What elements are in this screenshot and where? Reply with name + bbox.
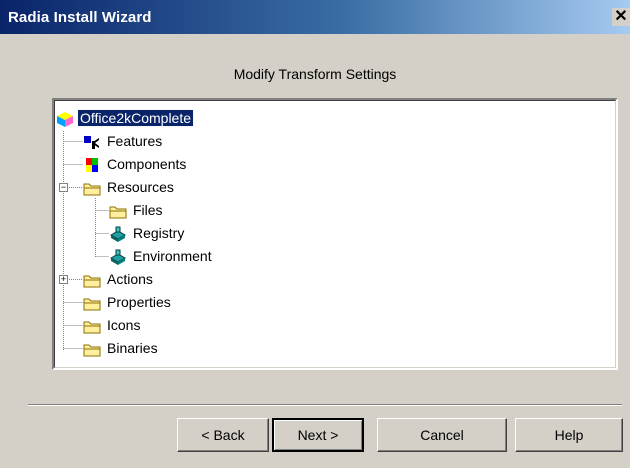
tree-item-label: Files (133, 202, 163, 218)
cancel-button[interactable]: Cancel (377, 418, 507, 452)
help-button[interactable]: Help (515, 418, 623, 452)
tree-item-environment[interactable]: Environment (109, 247, 309, 267)
tree-view[interactable]: Office2kComplete Features Components − R… (52, 98, 618, 370)
tree-item-resources[interactable]: Resources (83, 178, 283, 198)
expand-toggle[interactable]: + (59, 275, 68, 284)
tree-item-label: Environment (133, 248, 212, 264)
tree-item-label: Icons (107, 317, 141, 333)
tree-item-binaries[interactable]: Binaries (83, 339, 283, 359)
registry-icon (109, 226, 127, 242)
tree-item-components[interactable]: Components (83, 155, 283, 175)
collapse-toggle[interactable]: − (59, 183, 68, 192)
tree-item-label: Properties (107, 294, 171, 310)
tree-item-label: Resources (107, 179, 174, 195)
tree-item-label: Features (107, 133, 163, 149)
title-bar: Radia Install Wizard ✕ (0, 0, 630, 34)
tree-root-label: Office2kComplete (76, 109, 195, 127)
components-icon (86, 158, 98, 172)
window-title: Radia Install Wizard (8, 9, 152, 26)
page-heading: Modify Transform Settings (233, 66, 397, 82)
tree-item-label: Actions (107, 271, 153, 287)
package-icon (57, 112, 73, 127)
registry-icon (109, 249, 127, 265)
tree-item-properties[interactable]: Properties (83, 293, 283, 313)
folder-icon (109, 206, 127, 219)
tree-item-label: Registry (133, 225, 185, 241)
tree-item-features[interactable]: Features (83, 132, 283, 152)
features-icon (84, 136, 99, 149)
folder-icon (83, 298, 101, 311)
tree-item-label: Binaries (107, 340, 158, 356)
tree-item-files[interactable]: Files (109, 201, 309, 221)
folder-icon (83, 183, 101, 196)
back-button[interactable]: < Back (177, 418, 269, 452)
folder-icon (83, 275, 101, 288)
tree-item-label: Components (107, 156, 187, 172)
tree-root-node[interactable]: Office2kComplete (56, 109, 356, 129)
folder-icon (83, 321, 101, 334)
close-button[interactable]: ✕ (612, 8, 630, 26)
tree-item-icons[interactable]: Icons (83, 316, 283, 336)
divider (28, 404, 622, 406)
folder-icon (83, 344, 101, 357)
tree-item-registry[interactable]: Registry (109, 224, 309, 244)
close-icon: ✕ (614, 8, 628, 25)
next-button[interactable]: Next > (272, 418, 364, 452)
tree-item-actions[interactable]: Actions (83, 270, 283, 290)
